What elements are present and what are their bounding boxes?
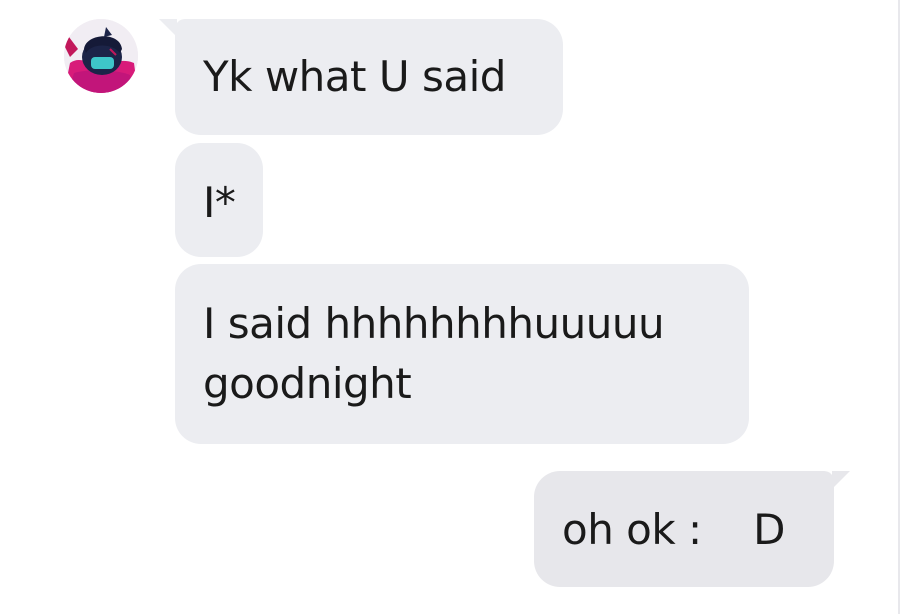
contact-avatar-icon[interactable] (64, 19, 138, 93)
message-text: Yk what U said (203, 52, 506, 101)
outgoing-message-bubble[interactable]: oh ok : D (534, 471, 834, 587)
message-text: oh ok : D (562, 505, 785, 554)
outgoing-bubble-tail (832, 471, 850, 489)
incoming-message-bubble[interactable]: I* (175, 143, 263, 257)
message-text-line: goodnight (203, 359, 412, 408)
message-text-line: I said hhhhhhhhuuuuu (203, 299, 665, 348)
message-text: I* (203, 178, 236, 227)
incoming-message-bubble[interactable]: Yk what U said (175, 19, 563, 135)
incoming-message-bubble[interactable]: I said hhhhhhhhuuuuu goodnight (175, 264, 749, 444)
